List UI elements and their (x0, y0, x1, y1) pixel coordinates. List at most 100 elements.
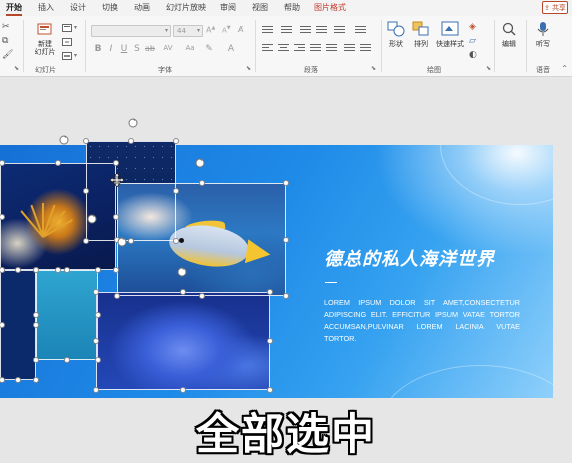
shapes-button[interactable]: 形状 (385, 21, 407, 49)
align-right-icon[interactable] (294, 44, 305, 53)
resize-handle[interactable] (0, 213, 5, 220)
increase-indent-icon[interactable] (316, 26, 327, 35)
char-spacing-icon[interactable]: AV (160, 44, 176, 52)
increase-font-icon[interactable]: A▲ (206, 25, 215, 35)
rotate-handle-icon[interactable] (58, 134, 70, 146)
resize-handle[interactable] (64, 357, 70, 363)
bold-icon[interactable]: B (93, 44, 103, 54)
tab-review[interactable]: 审阅 (220, 2, 236, 13)
collapse-ribbon-icon[interactable]: ⌃ (561, 64, 568, 73)
resize-handle[interactable] (33, 312, 39, 318)
columns-icon[interactable] (355, 26, 366, 35)
slide-title[interactable]: 德总的私人海洋世界 (324, 245, 495, 271)
smartart-icon[interactable] (360, 44, 371, 53)
resize-handle[interactable] (173, 138, 179, 144)
align-center-icon[interactable] (278, 44, 289, 53)
shadow-text-icon[interactable]: S (132, 44, 142, 54)
quick-styles-button[interactable]: 快速样式 (434, 21, 466, 49)
dialog-launcher-icon[interactable]: ⬊ (14, 65, 19, 72)
resize-handle[interactable] (114, 293, 120, 299)
reset-button[interactable] (62, 36, 72, 47)
rotate-handle-icon[interactable] (86, 213, 98, 225)
resize-handle[interactable] (55, 160, 61, 166)
font-color-icon[interactable]: A (226, 44, 236, 54)
resize-handle[interactable] (83, 238, 89, 244)
resize-handle[interactable] (15, 267, 21, 273)
resize-handle[interactable] (283, 180, 289, 186)
shape-outline-icon[interactable]: ▱ (469, 36, 476, 46)
resize-handle[interactable] (95, 312, 101, 318)
tab-design[interactable]: 设计 (70, 2, 86, 13)
resize-handle[interactable] (180, 387, 186, 393)
resize-handle[interactable] (33, 377, 39, 383)
text-direction-icon[interactable] (344, 44, 355, 53)
resize-handle[interactable] (33, 267, 39, 273)
resize-handle[interactable] (267, 289, 273, 295)
photo-tang-fish[interactable] (117, 183, 286, 296)
arrange-button[interactable]: 排列 (410, 21, 432, 49)
resize-handle[interactable] (55, 267, 61, 273)
resize-handle[interactable] (198, 180, 205, 186)
photo-blue-coral[interactable] (96, 292, 270, 390)
tab-animations[interactable]: 动画 (134, 2, 150, 13)
tab-picture-format[interactable]: 图片格式 (314, 2, 346, 13)
bullets-icon[interactable] (262, 26, 273, 35)
resize-handle[interactable] (33, 357, 39, 363)
resize-handle[interactable] (15, 377, 21, 383)
strikethrough-icon[interactable]: ab (145, 44, 155, 53)
align-left-icon[interactable] (262, 44, 273, 53)
resize-handle[interactable] (113, 213, 119, 220)
layout-button[interactable]: ▾ (62, 22, 77, 33)
copy-icon[interactable]: ⧉ (2, 36, 8, 46)
underline-icon[interactable]: U (119, 44, 129, 54)
photo-cyan-water[interactable] (36, 270, 98, 360)
resize-handle[interactable] (267, 387, 273, 393)
editing-button[interactable]: 编辑 (498, 21, 520, 49)
resize-handle[interactable] (283, 293, 289, 299)
resize-handle[interactable] (128, 138, 134, 144)
shape-fill-icon[interactable]: ◈ (469, 22, 476, 32)
tab-help[interactable]: 帮助 (284, 2, 300, 13)
rotate-handle-icon[interactable] (127, 117, 139, 129)
dialog-launcher-icon[interactable]: ⬊ (486, 65, 491, 72)
resize-handle[interactable] (113, 267, 119, 273)
font-size-combo[interactable]: 44 ▾ (173, 25, 203, 37)
italic-icon[interactable]: I (106, 44, 116, 54)
resize-handle[interactable] (83, 188, 89, 194)
highlight-icon[interactable]: ✎ (204, 44, 214, 54)
clear-format-icon[interactable]: A̸ (238, 25, 243, 34)
distribute-icon[interactable] (326, 44, 337, 53)
resize-handle[interactable] (283, 236, 289, 243)
tab-view[interactable]: 视图 (252, 2, 268, 13)
rotate-handle-icon[interactable] (116, 236, 128, 248)
new-slide-button[interactable]: 新建 幻灯片 (30, 22, 60, 56)
resize-handle[interactable] (180, 289, 186, 295)
share-button[interactable]: ⇪ 共享 (542, 1, 568, 14)
resize-handle[interactable] (198, 293, 205, 299)
resize-handle[interactable] (95, 267, 101, 273)
rotate-handle-icon[interactable] (176, 266, 188, 278)
resize-handle[interactable] (93, 289, 99, 295)
tab-insert[interactable]: 插入 (38, 2, 54, 13)
resize-handle[interactable] (83, 138, 89, 144)
resize-handle[interactable] (173, 238, 179, 244)
format-painter-icon[interactable]: 🖌 (2, 50, 13, 60)
slide-body-text[interactable]: LOREM IPSUM DOLOR SIT AMET,CONSECTETUR A… (324, 297, 520, 345)
numbering-icon[interactable] (281, 26, 292, 35)
cut-icon[interactable]: ✂ (2, 22, 10, 32)
decrease-font-icon[interactable]: A▼ (222, 25, 231, 34)
decrease-indent-icon[interactable] (300, 26, 311, 35)
shape-effects-icon[interactable]: ◐ (469, 50, 477, 60)
font-name-combo[interactable]: ▾ (91, 25, 171, 37)
tab-home[interactable]: 开始 (6, 2, 22, 16)
change-case-icon[interactable]: Aa (182, 44, 198, 52)
tab-transitions[interactable]: 切换 (102, 2, 118, 13)
resize-handle[interactable] (267, 338, 273, 344)
dialog-launcher-icon[interactable]: ⬊ (371, 65, 376, 72)
justify-icon[interactable] (310, 44, 321, 53)
photo-deep-sea-strip[interactable] (0, 270, 36, 380)
resize-handle[interactable] (64, 267, 70, 273)
section-button[interactable]: ▾ (62, 50, 77, 61)
rotate-handle-icon[interactable] (194, 157, 206, 169)
resize-handle[interactable] (93, 338, 99, 344)
